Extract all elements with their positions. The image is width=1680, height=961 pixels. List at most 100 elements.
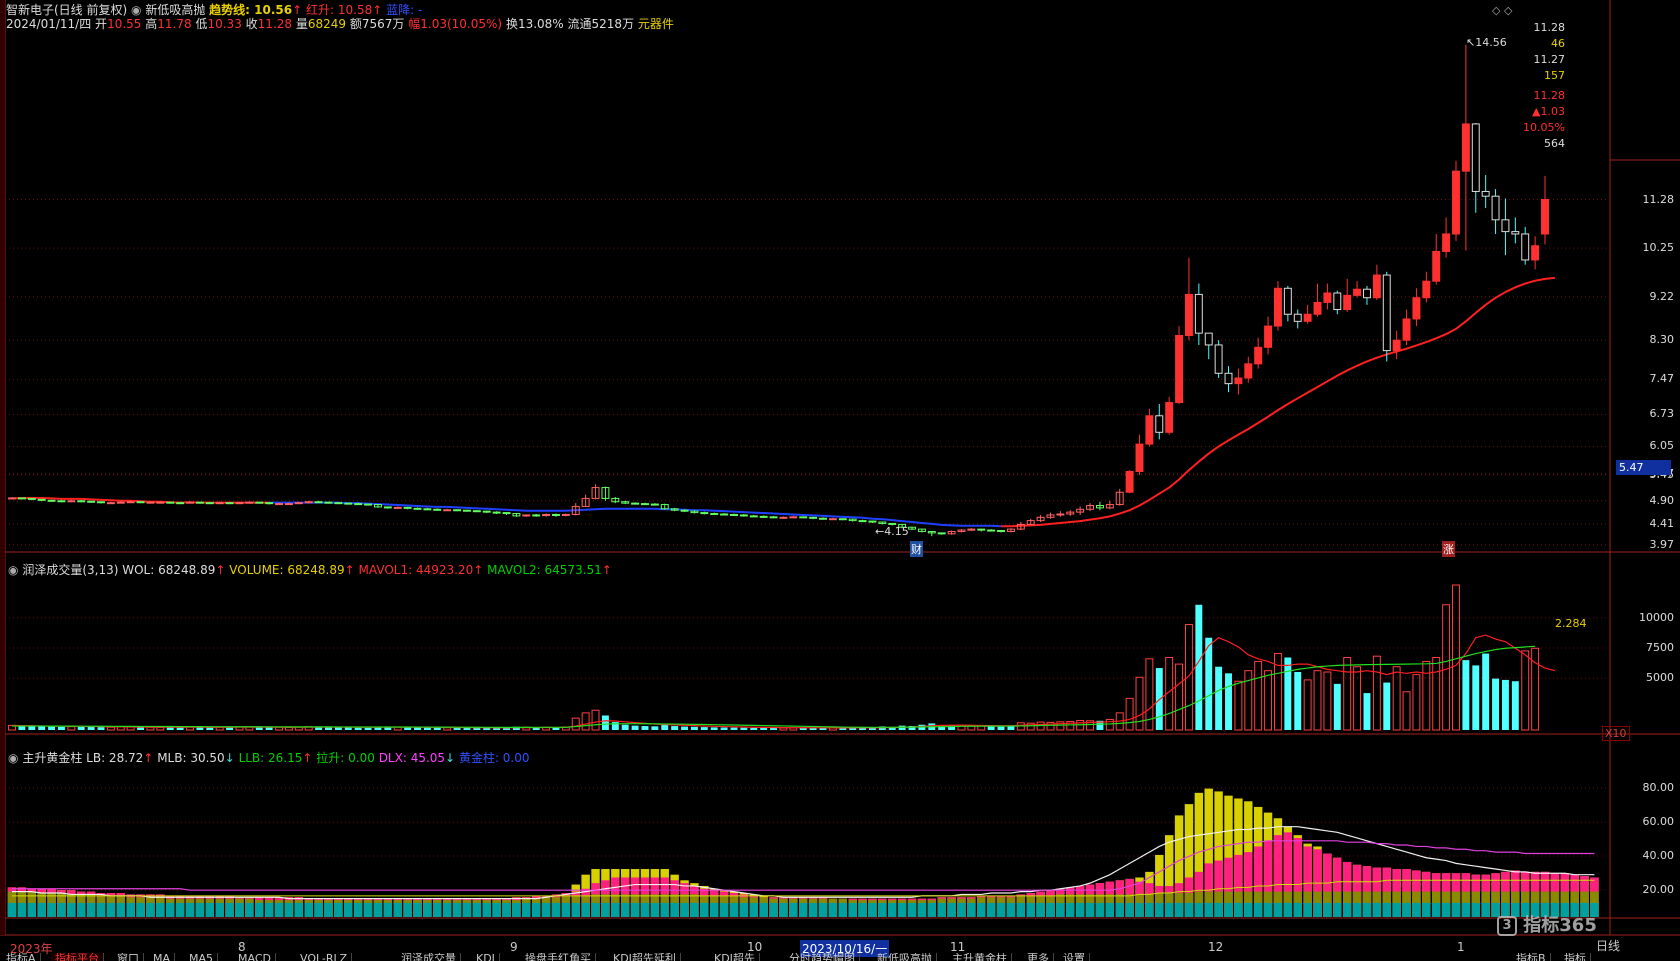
volume-bar-up: [1392, 666, 1401, 731]
indicator-tab[interactable]: 润泽成交量: [397, 953, 461, 961]
volume-bar-up: [1264, 670, 1273, 731]
candle-body-down: [27, 497, 36, 500]
gold-bar-teal: [1214, 902, 1223, 917]
candle-body-up: [106, 502, 115, 505]
gold-bar-teal: [1135, 902, 1144, 917]
vol-unit: X10: [1602, 726, 1630, 741]
indicator-tab[interactable]: 主升黄金柱: [948, 953, 1012, 961]
gold-bar-teal: [808, 902, 818, 917]
gold-bar-teal: [1145, 902, 1154, 917]
indicator-dot-icon: ◉: [8, 563, 19, 577]
candle-body-up: [1264, 325, 1273, 348]
candle-body-down: [453, 509, 462, 512]
candle-body-down: [364, 503, 373, 506]
gold-bar-teal: [581, 902, 590, 917]
indicator-tab-right[interactable]: 指标B: [1512, 953, 1551, 961]
price-axis-label: 9.22: [1649, 289, 1675, 303]
volume-bar-down: [690, 726, 698, 730]
candle-body-down: [472, 510, 481, 513]
volume-bar-down: [48, 726, 56, 730]
candle-body-down: [1214, 344, 1223, 374]
candle-body-down: [1491, 195, 1500, 221]
volume-bar-down: [453, 727, 461, 730]
candle-body-down: [502, 512, 511, 515]
indicator-tab[interactable]: KDJ: [472, 953, 500, 961]
volume-bar-down: [503, 728, 510, 730]
indicator-tab[interactable]: MA5: [185, 953, 219, 961]
gold-bar-teal: [739, 902, 749, 917]
arrow-up-icon: ↑: [215, 563, 226, 577]
candle-body-down: [552, 513, 560, 516]
volume-bar-down: [1205, 637, 1213, 730]
gold-bar-teal: [27, 902, 36, 917]
gold-bar-teal: [878, 902, 887, 917]
gold-bar-teal: [373, 902, 383, 917]
gold-bar-teal: [175, 902, 185, 917]
volume-bar-down: [87, 726, 95, 730]
volume-bar-down: [1294, 672, 1302, 730]
gold-bar-teal: [601, 902, 610, 917]
gold-bar-teal: [1481, 902, 1490, 917]
gold-bar-teal: [1016, 902, 1026, 917]
gold-axis-40: 40.00: [1642, 849, 1675, 862]
gold-bar-teal: [126, 902, 135, 917]
candle-body-down: [650, 503, 659, 506]
candle-body-up: [443, 509, 452, 512]
indicator-tab[interactable]: 新低吸高抛: [873, 953, 937, 961]
volume-bar-up: [1372, 655, 1381, 731]
gold-bar-teal: [502, 902, 511, 917]
indicator-tab[interactable]: KDJ超先: [710, 953, 760, 961]
volume-bar-up: [779, 727, 788, 731]
gold-bar-teal: [957, 902, 966, 917]
candle-body-down: [47, 499, 56, 502]
period-label[interactable]: 日线: [1596, 937, 1620, 954]
wol-value: WOL: 68248.89: [122, 563, 216, 577]
indicator-tab[interactable]: 更多: [1023, 953, 1054, 961]
arrow-down-icon: ↓: [445, 751, 456, 765]
indicator-tab[interactable]: 操盘手红角买: [521, 953, 596, 961]
gold-bar-teal: [541, 902, 551, 917]
gold-bar-teal: [660, 902, 669, 917]
zhang-marker[interactable]: 涨: [1442, 541, 1455, 557]
candle-body-down: [641, 503, 649, 506]
indicator-tab[interactable]: KDJ超先延利: [609, 953, 681, 961]
indicator-tab[interactable]: 设置: [1059, 953, 1090, 961]
indicator-tab[interactable]: MA: [149, 953, 176, 961]
gold-bar-teal: [264, 902, 274, 917]
volume-bar-up: [581, 712, 590, 731]
gold-bar-teal: [729, 902, 739, 917]
gold-bar-teal: [1402, 902, 1411, 917]
indicator-tab[interactable]: 窗口: [113, 953, 144, 961]
candle-body-down: [176, 502, 185, 505]
volume-bar-up: [1303, 679, 1312, 731]
candle-body-up: [235, 502, 244, 505]
indicator-tab[interactable]: 分时趋势帽图: [785, 953, 860, 961]
volume-bar-down: [710, 727, 718, 730]
indicator-tab-right[interactable]: 指标: [1560, 953, 1591, 961]
kline-chart[interactable]: [0, 0, 1680, 961]
gold-bar-teal: [1273, 902, 1283, 917]
indicator-tab[interactable]: 指标平台: [51, 953, 104, 961]
cai-marker[interactable]: 财: [910, 541, 923, 557]
candle-body-up: [215, 502, 224, 505]
volume-bar-down: [631, 725, 639, 730]
candle-body-up: [245, 501, 254, 504]
candle-body-up: [1422, 280, 1431, 299]
arrow-up-icon: ↑: [302, 751, 313, 765]
gold-bar-teal: [1036, 902, 1045, 917]
x-label-nov: 11: [950, 940, 966, 954]
x-label-jan: 1: [1457, 940, 1465, 954]
price-axis-label: 6.73: [1649, 407, 1675, 421]
indicator-tab[interactable]: MACD: [234, 953, 276, 961]
candle-body-down: [354, 503, 363, 506]
gold-bar-teal: [611, 902, 620, 917]
volume-bar-up: [1125, 697, 1134, 731]
price-axis-label: 10.25: [1642, 241, 1675, 255]
indicator-tab[interactable]: 指标A: [2, 953, 41, 961]
indicator-tab[interactable]: VOL-RLZ: [296, 953, 353, 961]
volume-bar-down: [364, 727, 372, 730]
gold-bar-teal: [551, 902, 561, 917]
candle-body-up: [1452, 170, 1460, 235]
gold-bar-teal: [1085, 902, 1095, 917]
gold-bar-teal: [1056, 902, 1065, 917]
